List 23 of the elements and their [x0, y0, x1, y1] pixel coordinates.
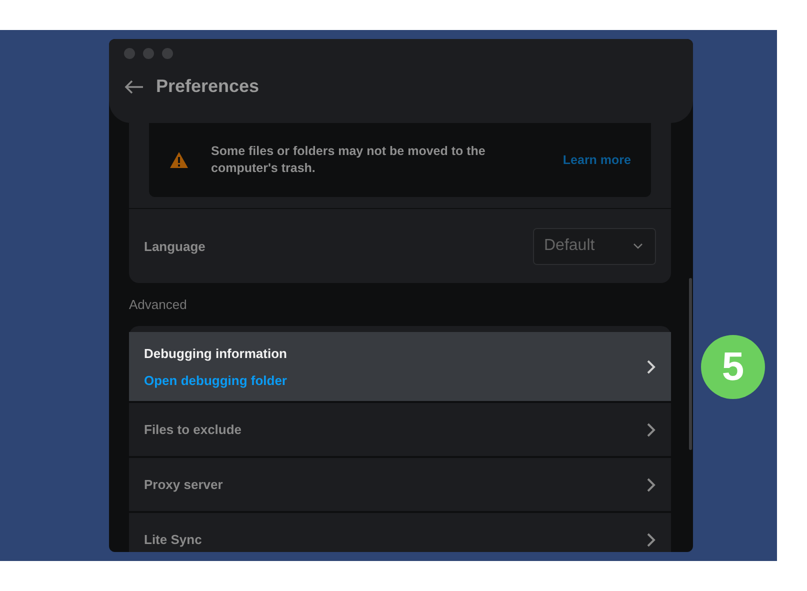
- chevron-right-icon: [646, 476, 656, 492]
- settings-row[interactable]: Files to exclude: [129, 403, 671, 458]
- step-number-badge: 5: [701, 335, 765, 399]
- learn-more-link[interactable]: Learn more: [562, 153, 631, 167]
- window-control-dot[interactable]: [143, 48, 154, 59]
- language-dropdown[interactable]: Default: [533, 228, 656, 264]
- section-heading: Advanced: [129, 297, 188, 312]
- chevron-right-icon: [646, 532, 656, 548]
- window-control-dot[interactable]: [162, 48, 173, 59]
- chevron-down-icon: [633, 243, 643, 249]
- language-label: Language: [144, 238, 206, 254]
- chevron-right-icon: [646, 358, 656, 374]
- scrollbar[interactable]: [689, 278, 692, 450]
- settings-row[interactable]: Lite Sync: [129, 513, 671, 552]
- back-arrow-icon[interactable]: [124, 80, 144, 94]
- window-title: Preferences: [156, 76, 260, 97]
- chevron-right-icon: [646, 422, 656, 438]
- settings-row[interactable]: Proxy server: [129, 458, 671, 513]
- warning-icon: [169, 151, 189, 169]
- open-folder-link[interactable]: Open debugging folder: [144, 372, 287, 388]
- window-control-dot[interactable]: [124, 48, 135, 59]
- warning-text: Some files or folders may not be moved to the computer's trash.: [210, 143, 486, 177]
- settings-row[interactable]: Debugging information Open debugging folder: [129, 332, 671, 403]
